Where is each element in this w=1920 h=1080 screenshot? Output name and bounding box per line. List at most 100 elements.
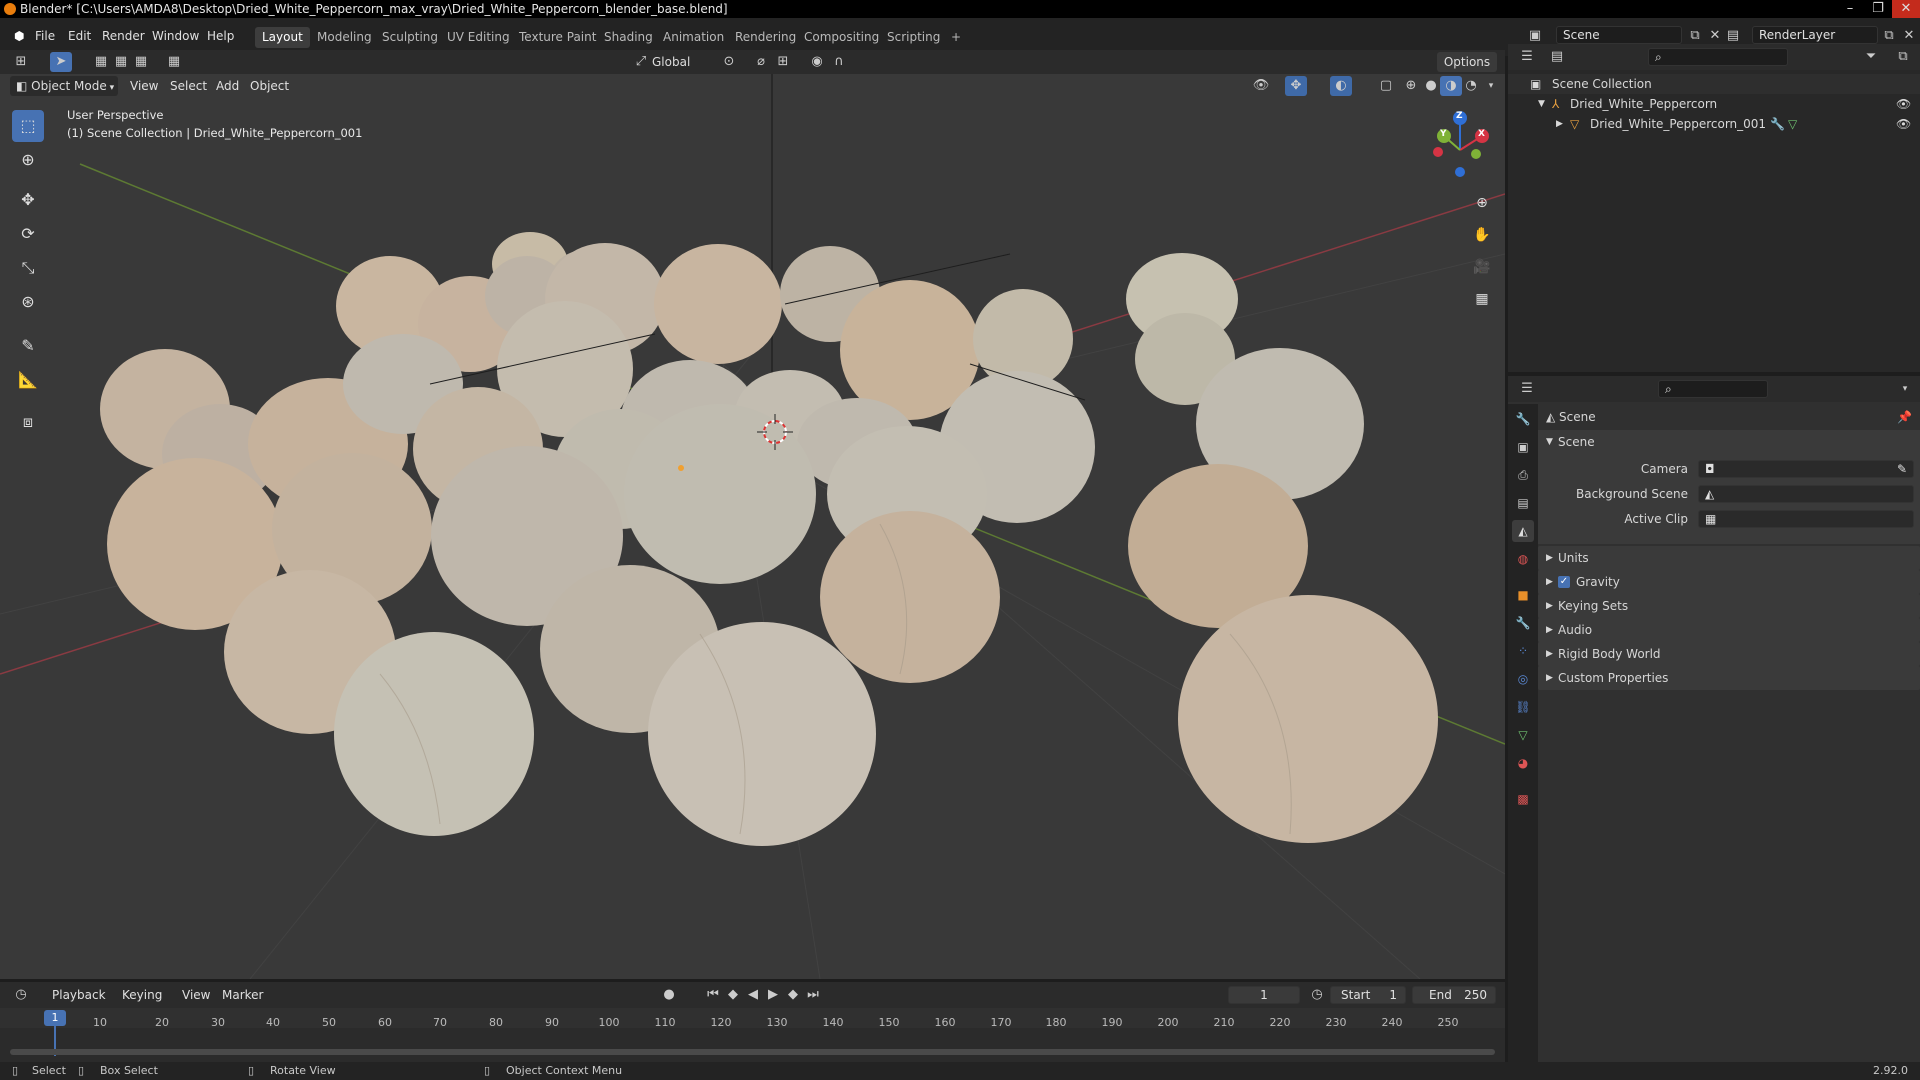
falloff-icon[interactable]: ∩ xyxy=(828,52,850,72)
transform-tool-icon[interactable]: ⊛ xyxy=(12,286,44,318)
tool-tab-icon[interactable]: 🔧 xyxy=(1512,408,1534,430)
snap-target-icon[interactable]: ⊞ xyxy=(772,52,794,72)
panel-rigid-body-world[interactable]: ▶ Rigid Body World xyxy=(1538,642,1920,666)
add-workspace-button[interactable]: + xyxy=(944,27,968,48)
expand-chevron-icon[interactable]: ▼ xyxy=(1538,94,1545,114)
tab-scripting[interactable]: Scripting xyxy=(880,27,947,48)
tab-sculpting[interactable]: Sculpting xyxy=(375,27,445,48)
viewport-menu-add[interactable]: Add xyxy=(210,76,245,96)
preview-range-icon[interactable]: ◷ xyxy=(1306,985,1328,1005)
constraints-tab-icon[interactable]: ⛓ xyxy=(1512,696,1534,718)
options-dropdown[interactable]: Options xyxy=(1437,52,1497,72)
timeline-menu-marker[interactable]: Marker xyxy=(216,985,269,1005)
new-scene-icon[interactable]: ⧉ xyxy=(1684,26,1706,46)
select-tool-icon[interactable]: ➤ xyxy=(50,52,72,72)
add-cube-tool-icon[interactable]: ⧈ xyxy=(12,406,44,438)
world-tab-icon[interactable]: ◍ xyxy=(1512,548,1534,570)
close-button[interactable]: ✕ xyxy=(1892,0,1920,18)
rendered-shading-icon[interactable]: ◔ xyxy=(1460,76,1482,96)
output-tab-icon[interactable]: ⎙ xyxy=(1512,464,1534,486)
outliner-search-input[interactable]: ⌕ xyxy=(1648,48,1788,66)
current-frame-field[interactable]: 1 xyxy=(1228,986,1300,1004)
view-layer-tab-icon[interactable]: ▤ xyxy=(1512,492,1534,514)
scene-selector-icon[interactable]: ▣ xyxy=(1524,26,1546,46)
gravity-checkbox[interactable]: ✓ xyxy=(1558,576,1570,588)
tab-animation[interactable]: Animation xyxy=(656,27,731,48)
properties-search-input[interactable]: ⌕ xyxy=(1658,380,1768,398)
timeline-editor-type-icon[interactable]: ◷ xyxy=(10,985,32,1005)
zoom-icon[interactable]: ⊕ xyxy=(1469,190,1495,216)
panel-keying-sets[interactable]: ▶ Keying Sets xyxy=(1538,594,1920,618)
new-collection-icon[interactable]: ⧉ xyxy=(1892,47,1914,67)
menu-window[interactable]: Window xyxy=(146,26,205,46)
maximize-button[interactable]: ❐ xyxy=(1864,0,1892,18)
end-frame-field[interactable]: End 250 xyxy=(1412,986,1496,1004)
modifier-wrench-icon[interactable]: 🔧 xyxy=(1770,114,1785,134)
record-icon[interactable]: ● xyxy=(658,985,680,1005)
prev-keyframe-icon[interactable]: ◆ xyxy=(722,985,744,1005)
panel-custom-properties[interactable]: ▶ Custom Properties xyxy=(1538,666,1920,690)
3d-viewport[interactable]: User Perspective (1) Scene Collection | … xyxy=(0,74,1505,979)
new-renderlayer-icon[interactable]: ⧉ xyxy=(1878,26,1900,46)
panel-audio[interactable]: ▶ Audio xyxy=(1538,618,1920,642)
transform-orientation-dropdown[interactable]: Global xyxy=(652,52,710,72)
particles-tab-icon[interactable]: ⁘ xyxy=(1512,640,1534,662)
eyedropper-icon[interactable]: ✎ xyxy=(1897,461,1907,477)
playhead-frame[interactable]: 1 xyxy=(44,1010,66,1026)
viewport-menu-view[interactable]: View xyxy=(124,76,164,96)
background-scene-field[interactable]: ◭ xyxy=(1698,485,1914,503)
minimize-button[interactable]: – xyxy=(1836,0,1864,18)
render-tab-icon[interactable]: ▣ xyxy=(1512,436,1534,458)
gizmo-toggle-icon[interactable]: ✥ xyxy=(1285,76,1307,96)
properties-options-chevron-icon[interactable]: ▾ xyxy=(1894,379,1916,399)
shading-options-chevron-icon[interactable]: ▾ xyxy=(1480,76,1502,96)
overlay-toggle-icon[interactable]: ◐ xyxy=(1330,76,1352,96)
select-mode-subtract-icon[interactable]: ▦ xyxy=(130,52,152,72)
start-frame-field[interactable]: Start 1 xyxy=(1330,986,1406,1004)
timeline-menu-keying[interactable]: Keying xyxy=(116,985,168,1005)
ortho-toggle-icon[interactable]: ▦ xyxy=(1469,286,1495,312)
outliner-editor-type-icon[interactable]: ☰ xyxy=(1516,47,1538,67)
cursor-tool-icon[interactable]: ⊕ xyxy=(12,144,44,176)
camera-field[interactable]: ◘ ✎ xyxy=(1698,460,1914,478)
panel-units[interactable]: ▶ Units xyxy=(1538,546,1920,570)
tab-compositing[interactable]: Compositing xyxy=(797,27,886,48)
visibility-icon[interactable]: 👁 xyxy=(1250,76,1272,96)
material-shading-icon[interactable]: ◑ xyxy=(1440,76,1462,96)
play-icon[interactable]: ▶ xyxy=(762,985,784,1005)
proportional-edit-icon[interactable]: ◉ xyxy=(806,52,828,72)
eye-icon[interactable]: 👁 xyxy=(1896,94,1911,114)
tab-layout[interactable]: Layout xyxy=(255,27,310,48)
data-tab-icon[interactable]: ▽ xyxy=(1512,724,1534,746)
outliner-row-peppercorn-001[interactable]: ▶ ▽ Dried_White_Peppercorn_001 🔧 ▽ 👁 xyxy=(1508,114,1920,134)
eye-icon[interactable]: 👁 xyxy=(1896,114,1911,134)
scale-tool-icon[interactable]: ⤡ xyxy=(12,252,44,284)
select-mode-extend-icon[interactable]: ▦ xyxy=(110,52,132,72)
snap-icon[interactable]: ⌀ xyxy=(750,52,772,72)
xray-toggle-icon[interactable]: ▢ xyxy=(1375,76,1397,96)
tab-modeling[interactable]: Modeling xyxy=(310,27,379,48)
texture-tab-icon[interactable]: ▩ xyxy=(1512,788,1534,810)
mesh-data-icon[interactable]: ▽ xyxy=(1788,114,1797,134)
editor-type-icon[interactable]: ⊞ xyxy=(10,52,32,72)
tab-shading[interactable]: Shading xyxy=(597,27,660,48)
select-mode-intersect-icon[interactable]: ▦ xyxy=(163,52,185,72)
measure-tool-icon[interactable]: 📐 xyxy=(12,364,44,396)
display-mode-icon[interactable]: ▤ xyxy=(1546,47,1568,67)
blender-menu-icon[interactable]: ⬢ xyxy=(8,26,30,46)
properties-editor-type-icon[interactable]: ☰ xyxy=(1516,379,1538,399)
navigation-gizmo[interactable]: Z X Y xyxy=(1420,110,1500,190)
menu-render[interactable]: Render xyxy=(96,26,151,46)
annotate-tool-icon[interactable]: ✎ xyxy=(12,330,44,362)
rotate-tool-icon[interactable]: ⟳ xyxy=(12,218,44,250)
timeline-menu-view[interactable]: View xyxy=(176,985,216,1005)
outliner-row-scene-collection[interactable]: ▣ Scene Collection xyxy=(1508,74,1920,94)
tab-texture-paint[interactable]: Texture Paint xyxy=(512,27,603,48)
move-tool-icon[interactable]: ✥ xyxy=(12,184,44,216)
play-reverse-icon[interactable]: ◀ xyxy=(742,985,764,1005)
pan-hand-icon[interactable]: ✋ xyxy=(1469,222,1495,248)
panel-gravity[interactable]: ▶ ✓ Gravity xyxy=(1538,570,1920,594)
delete-renderlayer-icon[interactable]: ✕ xyxy=(1898,26,1920,46)
menu-file[interactable]: File xyxy=(29,26,61,46)
tab-uv-editing[interactable]: UV Editing xyxy=(440,27,517,48)
